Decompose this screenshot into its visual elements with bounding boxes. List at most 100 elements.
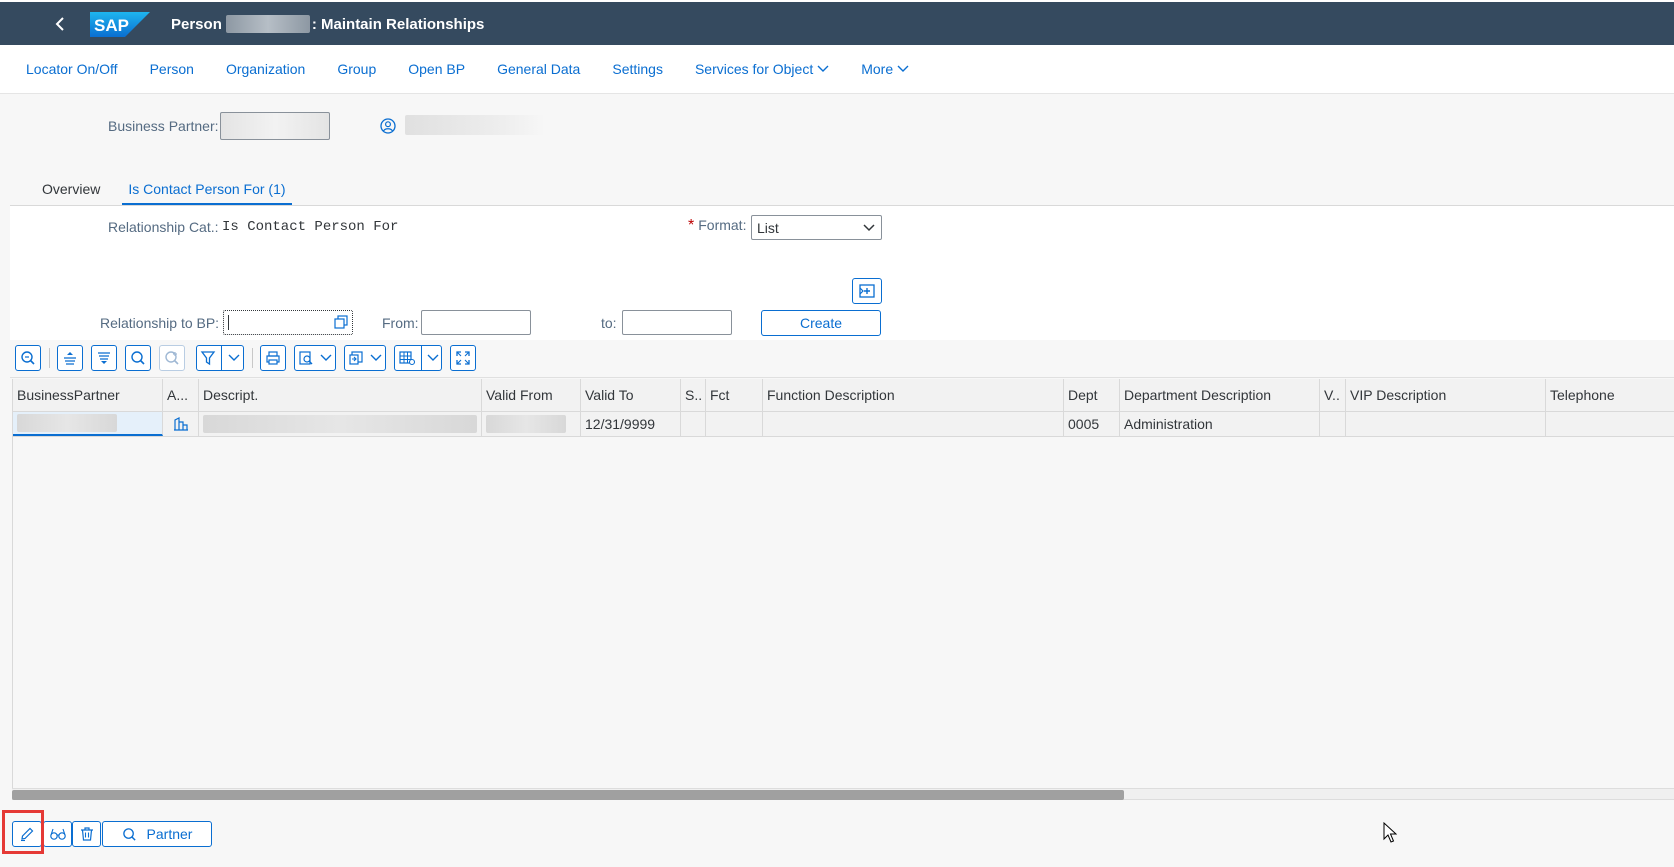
cell-vip[interactable] xyxy=(1320,412,1346,436)
cell-s[interactable] xyxy=(681,412,706,436)
menu-group-label: Group xyxy=(337,61,377,77)
filter-button[interactable] xyxy=(196,345,244,371)
required-indicator: * xyxy=(688,217,695,234)
column-header[interactable]: Dept xyxy=(1064,379,1120,411)
cell-telephone[interactable] xyxy=(1546,412,1674,436)
layout-button[interactable] xyxy=(394,345,442,371)
menu-general-data[interactable]: General Data xyxy=(481,45,596,94)
redacted-person-id xyxy=(225,15,310,33)
redacted-value xyxy=(203,415,477,433)
menu-settings[interactable]: Settings xyxy=(596,45,679,94)
column-header[interactable]: Valid To xyxy=(581,379,681,411)
redacted-value xyxy=(17,414,117,432)
menu-locator-label: Locator On/Off xyxy=(26,61,118,77)
menu-services-label: Services for Object xyxy=(694,61,814,77)
cell-description[interactable] xyxy=(199,412,482,436)
column-header[interactable]: Department Description xyxy=(1120,379,1320,411)
business-partner-field[interactable] xyxy=(220,112,330,140)
cell-function-description[interactable] xyxy=(763,412,1064,436)
split-divider xyxy=(420,346,422,370)
toolbar-separator xyxy=(252,348,253,368)
cell-vip-description[interactable] xyxy=(1346,412,1546,436)
value-help-button[interactable] xyxy=(331,312,351,332)
chevron-down-icon xyxy=(817,65,829,72)
svg-text:SAP: SAP xyxy=(94,16,129,35)
grid-header-row: BusinessPartner A... Descript. Valid From Va… xyxy=(13,379,1674,412)
menu-locator[interactable]: Locator On/Off xyxy=(10,45,134,94)
menu-person[interactable]: Person xyxy=(134,45,210,94)
relationship-category-label: Relationship Cat.: xyxy=(108,219,219,235)
from-date-input[interactable] xyxy=(421,310,531,335)
tab-is-contact-person-for[interactable]: Is Contact Person For (1) xyxy=(122,176,292,206)
to-label: to: xyxy=(601,315,617,331)
column-header[interactable]: BusinessPartner xyxy=(13,379,163,411)
tab-overview[interactable]: Overview xyxy=(10,176,122,206)
page-title: Person : Maintain Relationships xyxy=(171,15,484,33)
column-header[interactable]: Descript. xyxy=(199,379,482,411)
relationship-to-bp-label: Relationship to BP: xyxy=(100,315,220,331)
export-button[interactable] xyxy=(344,345,386,371)
menu-more[interactable]: More xyxy=(845,45,925,94)
format-select-value: List xyxy=(757,219,779,236)
business-partner-label: Business Partner: xyxy=(108,118,219,134)
print-button[interactable] xyxy=(260,345,286,371)
format-select[interactable]: List xyxy=(751,215,882,240)
column-header[interactable]: Fct xyxy=(706,379,763,411)
redacted-value xyxy=(486,415,566,433)
sap-logo: SAP xyxy=(90,12,150,37)
column-header[interactable]: VIP Description xyxy=(1346,379,1546,411)
tab-strip: Overview Is Contact Person For (1) xyxy=(10,176,292,206)
print-preview-icon xyxy=(299,351,313,365)
column-header[interactable]: Function Description xyxy=(763,379,1064,411)
cell-valid-to[interactable]: 12/31/9999 xyxy=(581,412,681,436)
value-help-icon xyxy=(334,315,348,329)
column-header[interactable]: A... xyxy=(163,379,199,411)
sort-ascending-icon xyxy=(64,352,76,365)
fullscreen-button[interactable] xyxy=(450,345,476,371)
cell-dept[interactable]: 0005 xyxy=(1064,412,1120,436)
views-button[interactable] xyxy=(294,345,336,371)
menu-organization[interactable]: Organization xyxy=(210,45,321,94)
menu-group[interactable]: Group xyxy=(321,45,392,94)
insert-row-button[interactable] xyxy=(852,278,882,304)
delete-button[interactable] xyxy=(72,821,101,847)
sort-ascending-button[interactable] xyxy=(57,345,83,371)
filter-icon xyxy=(200,351,216,366)
details-button[interactable] xyxy=(15,345,41,371)
chevron-down-icon xyxy=(897,65,909,72)
column-header[interactable]: S.. xyxy=(681,379,706,411)
find-button[interactable] xyxy=(125,345,151,371)
chevron-down-icon xyxy=(863,223,875,231)
scrollbar-thumb[interactable] xyxy=(12,790,1124,800)
menu-more-label: More xyxy=(861,61,894,77)
column-header[interactable]: V.. xyxy=(1320,379,1346,411)
chevron-left-icon xyxy=(55,17,64,31)
table-row[interactable]: 12/31/9999 0005 Administration xyxy=(13,412,1674,437)
format-label-text: Format: xyxy=(698,217,747,233)
menu-services[interactable]: Services for Object xyxy=(679,45,845,94)
cell-business-partner[interactable] xyxy=(13,412,163,436)
create-button[interactable]: Create xyxy=(761,310,881,336)
cell-department-description[interactable]: Administration xyxy=(1120,412,1320,436)
partner-button[interactable]: Partner xyxy=(102,821,212,847)
shell-bar: SAP Person : Maintain Relationships xyxy=(0,0,1674,45)
column-header[interactable]: Valid From xyxy=(482,379,581,411)
menu-open-bp[interactable]: Open BP xyxy=(392,45,481,94)
address-building-icon xyxy=(173,417,188,431)
back-button[interactable] xyxy=(46,10,74,38)
sort-descending-button[interactable] xyxy=(91,345,117,371)
search-icon xyxy=(122,827,136,841)
cell-address[interactable] xyxy=(163,412,199,436)
highlight-annotation xyxy=(2,810,44,854)
menu-bar: Locator On/Off Person Organization Group Ope… xyxy=(0,45,1674,94)
redacted-business-partner-name xyxy=(405,115,545,135)
toolbar-separator xyxy=(49,348,50,368)
display-button[interactable] xyxy=(43,821,72,847)
title-suffix: : Maintain Relationships xyxy=(311,15,485,33)
horizontal-scrollbar[interactable] xyxy=(12,788,1674,800)
column-header[interactable]: Telephone xyxy=(1546,379,1674,411)
to-date-input[interactable] xyxy=(622,310,732,335)
cell-valid-from[interactable] xyxy=(482,412,581,436)
find-next-button[interactable] xyxy=(159,345,185,371)
cell-function[interactable] xyxy=(706,412,763,436)
